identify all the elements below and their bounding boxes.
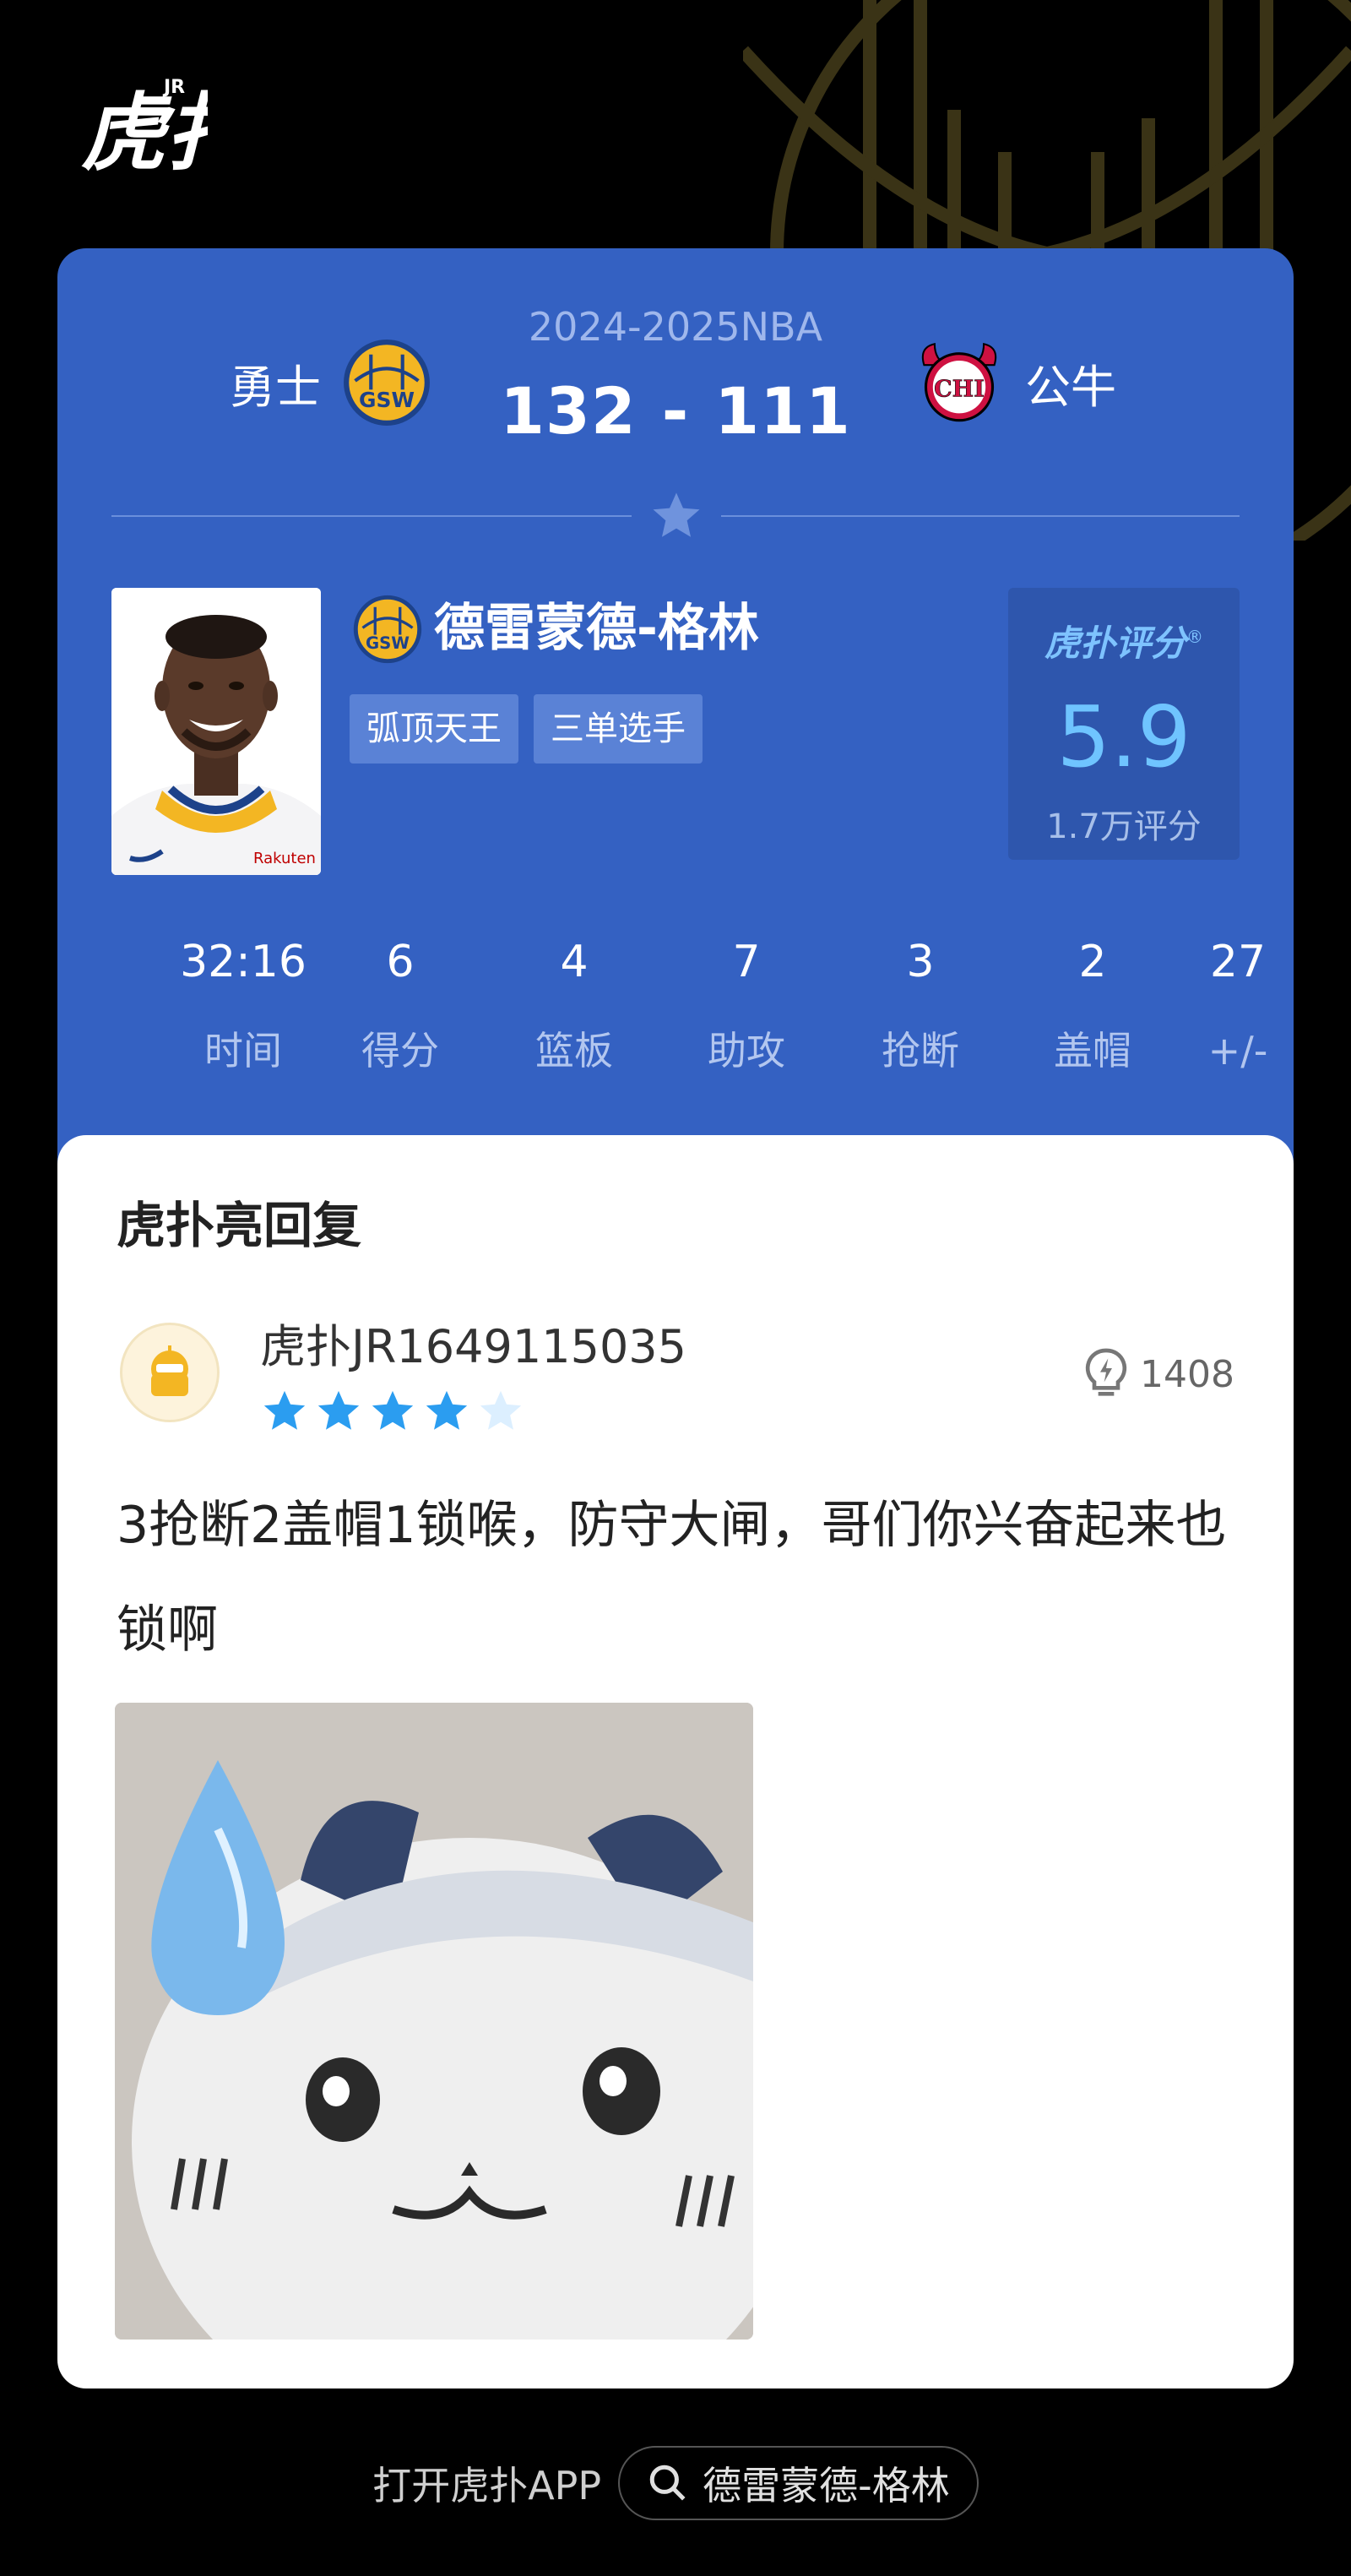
star-filled-icon bbox=[263, 1390, 306, 1430]
logo-text: 虎扑 bbox=[81, 84, 208, 176]
player-name[interactable]: 德雷蒙德-格林 bbox=[434, 593, 759, 664]
lightbulb-icon bbox=[1085, 1348, 1127, 1396]
reply-text: 3抢断2盖帽1锁喉，防守大闸，哥们你兴奋起来也锁啊 bbox=[117, 1496, 1227, 1660]
stat-value: 2 bbox=[1078, 937, 1107, 987]
stat-minutes: 32:16 时间 bbox=[167, 932, 319, 1076]
jersey-sponsor: Rakuten bbox=[253, 850, 316, 867]
footer-bar: 打开虎扑APP 德雷蒙德-格林 bbox=[0, 2444, 1351, 2522]
stat-blocks: 2 盖帽 bbox=[1017, 932, 1169, 1076]
player-tag[interactable]: 弧顶天王 bbox=[350, 694, 518, 764]
stat-assists: 7 助攻 bbox=[670, 932, 822, 1076]
stat-label: 盖帽 bbox=[1054, 1028, 1131, 1073]
away-team-name: 公牛 bbox=[1025, 360, 1116, 414]
svg-text:CHI: CHI bbox=[934, 377, 985, 403]
search-pill[interactable]: 德雷蒙德-格林 bbox=[618, 2446, 979, 2520]
svg-text:GSW: GSW bbox=[366, 633, 410, 653]
reply-image[interactable] bbox=[115, 1703, 753, 2340]
player-tags: 弧顶天王 三单选手 bbox=[350, 694, 703, 764]
divider-right bbox=[721, 515, 1240, 517]
stat-rebounds: 4 篮板 bbox=[498, 932, 650, 1076]
stat-value: 7 bbox=[732, 937, 761, 987]
stat-steals: 3 抢断 bbox=[844, 932, 996, 1076]
star-filled-icon bbox=[426, 1390, 468, 1430]
search-icon bbox=[649, 2465, 686, 2501]
stat-value: 3 bbox=[906, 937, 935, 987]
player-tag[interactable]: 三单选手 bbox=[534, 694, 703, 764]
stat-value: 6 bbox=[386, 937, 415, 987]
star-filled-icon bbox=[317, 1390, 360, 1430]
user-star-rating bbox=[260, 1387, 525, 1436]
stat-label: 篮板 bbox=[535, 1028, 613, 1073]
player-photo[interactable]: Rakuten bbox=[111, 588, 321, 875]
search-text: 德雷蒙德-格林 bbox=[703, 2463, 950, 2508]
stat-value: 4 bbox=[560, 937, 589, 987]
rating-brand: 虎扑评分® bbox=[1044, 622, 1203, 664]
reply-section-title: 虎扑亮回复 bbox=[117, 1197, 362, 1254]
rating-score: 5.9 bbox=[1056, 687, 1191, 786]
score-separator: - bbox=[661, 373, 690, 448]
divider-left bbox=[111, 515, 632, 517]
stat-label: +/- bbox=[1207, 1028, 1268, 1073]
stat-label: 抢断 bbox=[882, 1028, 959, 1073]
stat-points: 6 得分 bbox=[324, 932, 476, 1076]
stat-value: 27 bbox=[1209, 937, 1267, 987]
reply-card: 虎扑亮回复 虎扑JR1649115035 1408 3抢断2盖帽1锁喉，防守大闸… bbox=[57, 1135, 1294, 2389]
stat-label: 助攻 bbox=[708, 1028, 785, 1073]
rating-box[interactable]: 虎扑评分® 5.9 1.7万评分 bbox=[1008, 588, 1240, 860]
like-button[interactable]: 1408 bbox=[1082, 1346, 1234, 1402]
player-stats: 32:16 时间 6 得分 4 篮板 7 助攻 3 抢断 2 盖帽 27 +/- bbox=[111, 932, 1294, 1101]
rating-count: 1.7万评分 bbox=[1046, 807, 1202, 846]
player-team-logo-icon: GSW bbox=[353, 595, 422, 664]
stat-label: 时间 bbox=[204, 1028, 282, 1073]
stat-value: 32:16 bbox=[180, 937, 307, 987]
star-icon bbox=[653, 492, 700, 537]
like-count: 1408 bbox=[1140, 1352, 1234, 1396]
star-empty-icon bbox=[480, 1390, 522, 1430]
stat-plus-minus: 27 +/- bbox=[1162, 932, 1314, 1076]
home-score: 132 bbox=[500, 373, 637, 448]
chi-logo-icon: CHI bbox=[921, 342, 997, 422]
avatar[interactable] bbox=[120, 1323, 220, 1422]
hupu-logo[interactable]: 虎扑 JR bbox=[81, 69, 256, 182]
logo-sup: JR bbox=[162, 77, 185, 98]
stat-label: 得分 bbox=[361, 1028, 439, 1073]
away-score: 111 bbox=[714, 373, 851, 448]
away-team[interactable]: CHI 公牛 bbox=[915, 336, 1116, 429]
open-app-link[interactable]: 打开虎扑APP bbox=[372, 2455, 601, 2511]
reply-username[interactable]: 虎扑JR1649115035 bbox=[260, 1309, 686, 1376]
match-card: 勇士 GSW 2024-2025NBA 132-111 CHI 公牛 Rakut… bbox=[57, 248, 1294, 1220]
star-filled-icon bbox=[372, 1390, 414, 1430]
